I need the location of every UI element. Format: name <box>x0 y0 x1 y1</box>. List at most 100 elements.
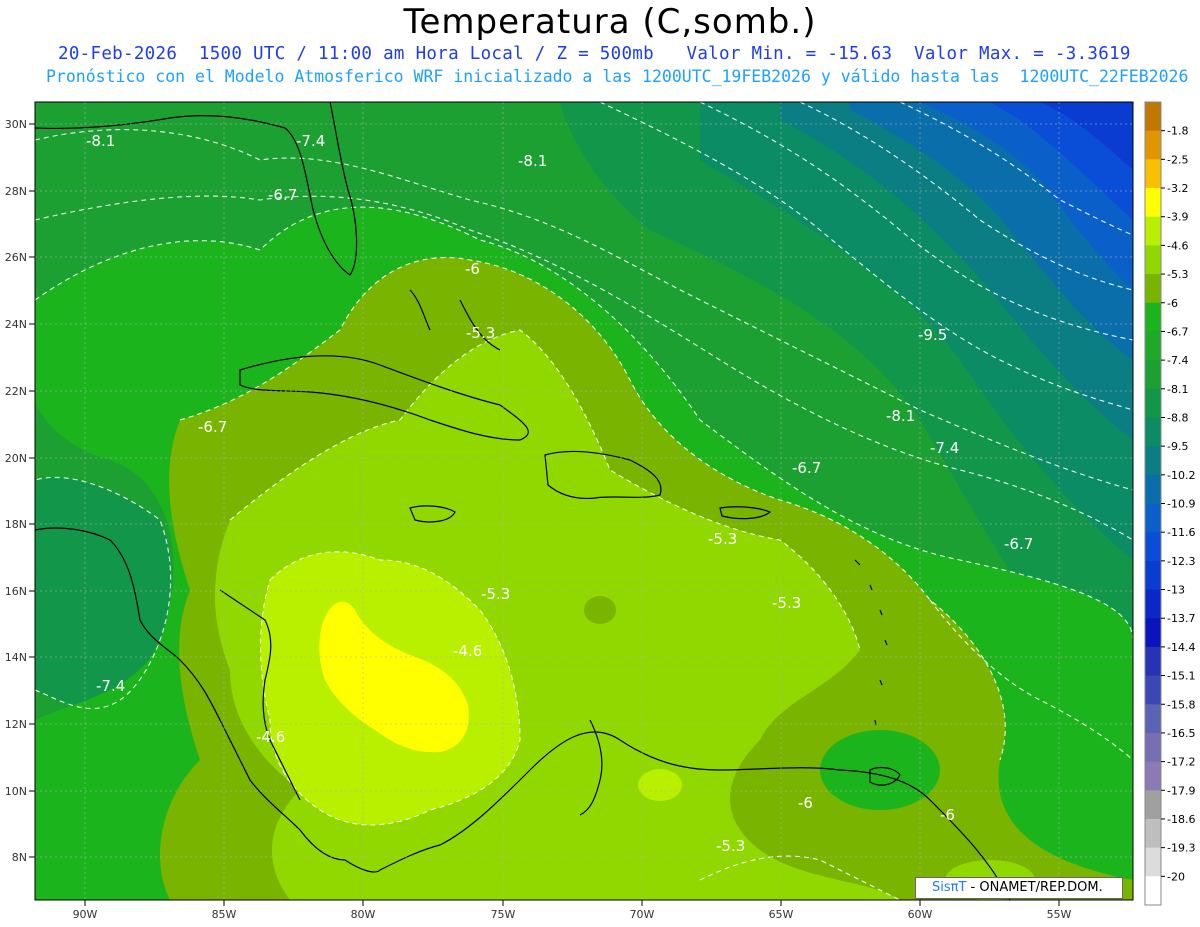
colorbar-label: -10.2 <box>1167 469 1195 482</box>
colorbar-swatch <box>1145 618 1161 648</box>
lon-label: 80W <box>351 908 376 921</box>
contour-label: -4.6 <box>256 728 285 746</box>
contour-label: -5.3 <box>481 585 510 603</box>
colorbar-label: -6.7 <box>1167 325 1188 338</box>
field-patch <box>584 596 616 624</box>
contour-label: -6.7 <box>1004 535 1033 553</box>
contour-label: -7.4 <box>296 132 325 150</box>
colorbar-swatch <box>1145 818 1161 849</box>
contour-label: -6.7 <box>268 186 297 204</box>
colorbar-swatch <box>1145 704 1161 734</box>
colorbar-swatch <box>1145 331 1161 361</box>
lon-label: 70W <box>630 908 655 921</box>
colorbar-swatch <box>1145 302 1161 332</box>
contour-label: -6.7 <box>792 459 821 477</box>
colorbar-swatch <box>1145 790 1161 820</box>
lat-label: 16N <box>5 585 27 598</box>
sispt-logo-text: SisπT <box>932 880 967 895</box>
colorbar-swatch <box>1145 388 1161 418</box>
colorbar-swatch <box>1145 876 1161 906</box>
lat-label: 28N <box>5 185 27 198</box>
colorbar-swatch <box>1145 417 1161 447</box>
colorbar-label: -13.7 <box>1167 612 1195 625</box>
colorbar-label: -3.2 <box>1167 182 1188 195</box>
lat-label: 14N <box>5 651 27 664</box>
colorbar-swatch <box>1145 847 1161 877</box>
credit-text: - ONAMET/REP.DOM. <box>966 880 1103 895</box>
longitude-labels: 90W 85W 80W 75W 70W 65W 60W 55W <box>73 908 1072 921</box>
colorbar-swatch <box>1145 474 1161 504</box>
colorbar-swatch <box>1145 560 1161 591</box>
lat-label: 18N <box>5 518 27 531</box>
colorbar-label: -13 <box>1167 584 1185 597</box>
colorbar-swatch <box>1145 245 1161 275</box>
colorbar-label: -11.6 <box>1167 526 1195 539</box>
contour-label: -5.3 <box>716 837 745 855</box>
colorbar-label: -6 <box>1167 297 1178 310</box>
colorbar-label: -4.6 <box>1167 239 1188 252</box>
colorbar-label: -7.4 <box>1167 354 1188 367</box>
colorbar-swatch <box>1145 646 1161 677</box>
colorbar-label: -16.5 <box>1167 727 1195 740</box>
contour-label: -6 <box>940 806 955 824</box>
colorbar-swatch <box>1145 102 1161 132</box>
lat-label: 24N <box>5 318 27 331</box>
colorbar-swatch <box>1145 761 1161 791</box>
colorbar-label: -15.1 <box>1167 670 1195 683</box>
contour-label: -8.1 <box>886 407 915 425</box>
lat-label: 30N <box>5 118 27 131</box>
colorbar-label: -2.5 <box>1167 153 1188 166</box>
contour-label: -7.4 <box>96 677 125 695</box>
lon-label: 85W <box>212 908 237 921</box>
colorbar-label: -8.1 <box>1167 383 1188 396</box>
colorbar-label: -3.9 <box>1167 211 1188 224</box>
model-info-line: Pronóstico con el Modelo Atmosferico WRF… <box>46 67 1189 86</box>
lon-label: 65W <box>769 908 794 921</box>
colorbar-label: -9.5 <box>1167 440 1188 453</box>
lat-label: 10N <box>5 785 27 798</box>
colorbar-label: -5.3 <box>1167 268 1188 281</box>
colorbar-label: -10.9 <box>1167 498 1195 511</box>
contour-label: -7.4 <box>930 439 959 457</box>
contour-label: -4.6 <box>453 642 482 660</box>
colorbar-label: -17.9 <box>1167 784 1195 797</box>
contour-label: -6 <box>798 794 813 812</box>
contour-label: -6 <box>465 260 480 278</box>
colorbar-swatch <box>1145 188 1161 218</box>
lat-label: 8N <box>12 851 27 864</box>
lon-label: 90W <box>73 908 98 921</box>
latitude-labels: 30N 28N 26N 24N 22N 20N 18N 16N 14N 12N … <box>5 118 27 864</box>
contour-label: -5.3 <box>466 324 495 342</box>
colorbar-swatch <box>1145 503 1161 533</box>
colorbar-label: -1.8 <box>1167 125 1188 138</box>
colorbar-label: -18.6 <box>1167 813 1195 826</box>
colorbar-label: -15.8 <box>1167 698 1195 711</box>
colorbar-swatch <box>1145 675 1161 705</box>
plot-area: -8.1 -7.4 -6.7 -8.1 -6 -5.3 -9.5 -8.1 -7… <box>35 102 1133 900</box>
contour-label: -9.5 <box>918 326 947 344</box>
temperature-map: -8.1 -7.4 -6.7 -8.1 -6 -5.3 -9.5 -8.1 -7… <box>5 101 1195 921</box>
colorbar-label: -19.3 <box>1167 842 1195 855</box>
colorbar-swatch <box>1145 216 1161 246</box>
contour-label: -6.7 <box>198 418 227 436</box>
lon-label: 55W <box>1047 908 1072 921</box>
lon-label: 60W <box>908 908 933 921</box>
contour-label: -5.3 <box>708 530 737 548</box>
colorbar-swatch <box>1145 446 1161 476</box>
colorbar-swatch <box>1145 360 1161 390</box>
colorbar: -1.8 -2.5 -3.2 -3.9 -4.6 -5.3 -6 -6.7 -7.4 -8.1 -8… <box>1144 101 1195 906</box>
lon-label: 75W <box>491 908 516 921</box>
contour-label: -8.1 <box>86 132 115 150</box>
forecast-time-line: 20-Feb-2026 1500 UTC / 11:00 am Hora Loc… <box>58 44 1131 64</box>
colorbar-swatch <box>1145 274 1161 304</box>
colorbar-label: -12.3 <box>1167 555 1195 568</box>
contour-label: -5.3 <box>772 594 801 612</box>
colorbar-label: -14.4 <box>1167 641 1195 654</box>
colorbar-swatch <box>1145 130 1161 160</box>
colorbar-label: -20 <box>1167 870 1185 883</box>
colorbar-swatch <box>1145 532 1161 562</box>
colorbar-label: -17.2 <box>1167 756 1195 769</box>
lat-label: 26N <box>5 251 27 264</box>
lat-label: 12N <box>5 718 27 731</box>
colorbar-swatch <box>1145 589 1161 619</box>
